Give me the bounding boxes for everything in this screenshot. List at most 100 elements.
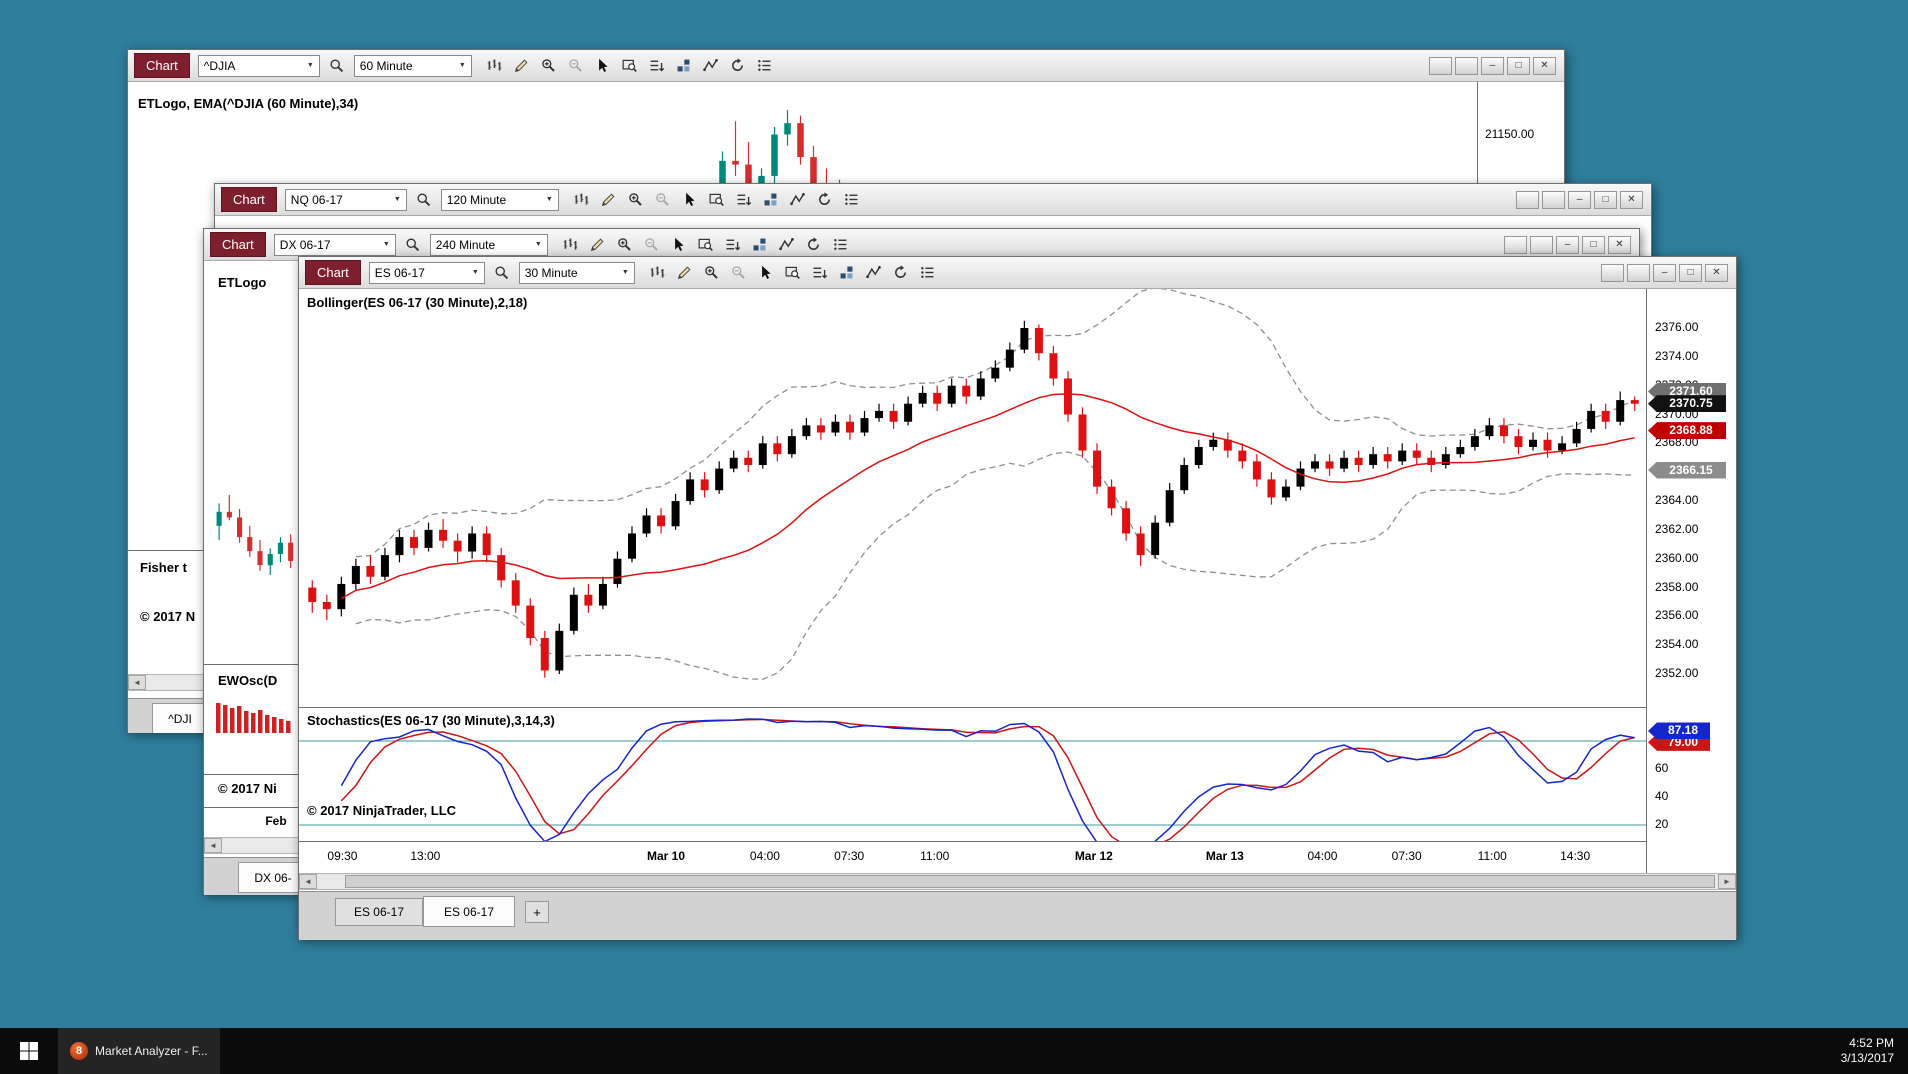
zoom-in-icon[interactable] bbox=[700, 261, 724, 284]
interval-selector[interactable]: 60 Minute ▼ bbox=[353, 54, 472, 77]
tab-group-button[interactable] bbox=[1601, 263, 1624, 282]
titlebar-djia[interactable]: Chart ^DJIA ▼ 60 Minute ▼ – □ ✕ bbox=[128, 50, 1564, 82]
trend-channel-icon[interactable] bbox=[775, 233, 799, 256]
strategies-icon[interactable] bbox=[835, 261, 859, 284]
zoom-out-icon[interactable] bbox=[564, 54, 588, 77]
zoom-in-icon[interactable] bbox=[613, 233, 637, 256]
taskbar-clock[interactable]: 4:52 PM 3/13/2017 bbox=[1841, 1036, 1908, 1066]
reload-icon[interactable] bbox=[889, 261, 913, 284]
search-icon[interactable] bbox=[412, 188, 436, 211]
zoom-out-icon[interactable] bbox=[640, 233, 664, 256]
close-button[interactable]: ✕ bbox=[1620, 190, 1643, 209]
maximize-button[interactable]: □ bbox=[1594, 190, 1617, 209]
search-icon[interactable] bbox=[490, 261, 514, 284]
trend-channel-icon[interactable] bbox=[862, 261, 886, 284]
reload-icon[interactable] bbox=[726, 54, 750, 77]
minimize-button[interactable]: – bbox=[1556, 235, 1579, 254]
minimize-button[interactable]: – bbox=[1653, 263, 1676, 282]
properties-icon[interactable] bbox=[829, 233, 853, 256]
close-button[interactable]: ✕ bbox=[1608, 235, 1631, 254]
zoom-out-icon[interactable] bbox=[651, 188, 675, 211]
float-button[interactable] bbox=[1530, 235, 1553, 254]
titlebar-es[interactable]: Chart ES 06-17 ▼ 30 Minute ▼ – □ ✕ bbox=[299, 257, 1736, 289]
tab-group-button[interactable] bbox=[1516, 190, 1539, 209]
properties-icon[interactable] bbox=[753, 54, 777, 77]
strategies-icon[interactable] bbox=[672, 54, 696, 77]
chart-menu-button[interactable]: Chart bbox=[305, 260, 361, 285]
tab-group-button[interactable] bbox=[1504, 235, 1527, 254]
interval-selector[interactable]: 240 Minute ▼ bbox=[429, 233, 548, 256]
strategies-icon[interactable] bbox=[748, 233, 772, 256]
minimize-button[interactable]: – bbox=[1481, 56, 1504, 75]
chart-style-icon[interactable] bbox=[570, 188, 594, 211]
indicators-icon[interactable] bbox=[645, 54, 669, 77]
zoom-out-icon[interactable] bbox=[727, 261, 751, 284]
properties-icon[interactable] bbox=[916, 261, 940, 284]
float-button[interactable] bbox=[1455, 56, 1478, 75]
instrument-selector[interactable]: ES 06-17 ▼ bbox=[368, 261, 485, 284]
chart-menu-button[interactable]: Chart bbox=[221, 187, 277, 212]
horizontal-scrollbar[interactable]: ◄ ► bbox=[299, 873, 1736, 890]
zoom-window-icon[interactable] bbox=[618, 54, 642, 77]
pointer-icon[interactable] bbox=[678, 188, 702, 211]
chart-area-es[interactable]: Bollinger(ES 06-17 (30 Minute),2,18) Sto… bbox=[299, 289, 1736, 940]
reload-icon[interactable] bbox=[802, 233, 826, 256]
chart-style-icon[interactable] bbox=[483, 54, 507, 77]
interval-selector[interactable]: 120 Minute ▼ bbox=[440, 188, 559, 211]
strategies-icon[interactable] bbox=[759, 188, 783, 211]
instrument-selector[interactable]: ^DJIA ▼ bbox=[197, 54, 320, 77]
zoom-in-icon[interactable] bbox=[537, 54, 561, 77]
scroll-left-button[interactable]: ◄ bbox=[204, 838, 222, 853]
zoom-window-icon[interactable] bbox=[694, 233, 718, 256]
trend-channel-icon[interactable] bbox=[786, 188, 810, 211]
pointer-icon[interactable] bbox=[667, 233, 691, 256]
chart-style-icon[interactable] bbox=[646, 261, 670, 284]
scrollbar-thumb[interactable] bbox=[345, 875, 1715, 888]
float-button[interactable] bbox=[1542, 190, 1565, 209]
scroll-right-button[interactable]: ► bbox=[1718, 874, 1736, 889]
chart-tab[interactable]: ES 06-17 bbox=[423, 896, 515, 927]
scroll-left-button[interactable]: ◄ bbox=[299, 874, 317, 889]
minimize-button[interactable]: – bbox=[1568, 190, 1591, 209]
indicators-icon[interactable] bbox=[732, 188, 756, 211]
start-button[interactable] bbox=[0, 1028, 58, 1074]
close-button[interactable]: ✕ bbox=[1533, 56, 1556, 75]
chart-style-icon[interactable] bbox=[559, 233, 583, 256]
trend-channel-icon[interactable] bbox=[699, 54, 723, 77]
chart-tab[interactable]: ^DJI bbox=[152, 703, 208, 733]
drawing-tools-icon[interactable] bbox=[586, 233, 610, 256]
drawing-tools-icon[interactable] bbox=[510, 54, 534, 77]
reload-icon[interactable] bbox=[813, 188, 837, 211]
search-icon[interactable] bbox=[401, 233, 425, 256]
pointer-icon[interactable] bbox=[591, 54, 615, 77]
zoom-window-icon[interactable] bbox=[705, 188, 729, 211]
instrument-selector[interactable]: NQ 06-17 ▼ bbox=[284, 188, 407, 211]
interval-selector[interactable]: 30 Minute ▼ bbox=[518, 261, 635, 284]
chart-menu-button[interactable]: Chart bbox=[210, 232, 266, 257]
maximize-button[interactable]: □ bbox=[1679, 263, 1702, 282]
chart-tab[interactable]: ES 06-17 bbox=[335, 898, 423, 926]
drawing-tools-icon[interactable] bbox=[597, 188, 621, 211]
tab-group-button[interactable] bbox=[1429, 56, 1452, 75]
maximize-button[interactable]: □ bbox=[1582, 235, 1605, 254]
indicators-icon[interactable] bbox=[808, 261, 832, 284]
price-axis[interactable]: 2376.002374.002372.002370.002368.002366.… bbox=[1647, 289, 1736, 873]
zoom-in-icon[interactable] bbox=[624, 188, 648, 211]
stochastics-canvas[interactable] bbox=[299, 710, 1646, 841]
zoom-window-icon[interactable] bbox=[781, 261, 805, 284]
add-tab-button[interactable]: + bbox=[525, 901, 549, 923]
maximize-button[interactable]: □ bbox=[1507, 56, 1530, 75]
pointer-icon[interactable] bbox=[754, 261, 778, 284]
chart-menu-button[interactable]: Chart bbox=[134, 53, 190, 78]
search-icon[interactable] bbox=[325, 54, 349, 77]
main-chart-canvas[interactable] bbox=[299, 289, 1646, 707]
scroll-left-button[interactable]: ◄ bbox=[128, 675, 146, 690]
indicators-icon[interactable] bbox=[721, 233, 745, 256]
close-button[interactable]: ✕ bbox=[1705, 263, 1728, 282]
drawing-tools-icon[interactable] bbox=[673, 261, 697, 284]
float-button[interactable] bbox=[1627, 263, 1650, 282]
properties-icon[interactable] bbox=[840, 188, 864, 211]
taskbar-app-market-analyzer[interactable]: 8 Market Analyzer - F... bbox=[58, 1028, 220, 1074]
titlebar-nq[interactable]: Chart NQ 06-17 ▼ 120 Minute ▼ – □ ✕ bbox=[215, 184, 1651, 216]
instrument-selector[interactable]: DX 06-17 ▼ bbox=[273, 233, 396, 256]
